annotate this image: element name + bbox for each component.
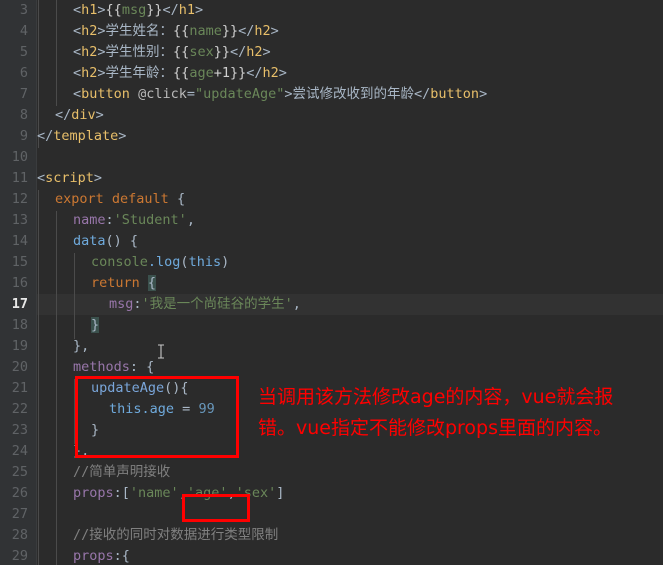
code-line-22: this.age = 99: [109, 401, 215, 417]
annotation-note-line-2: 错。vue指定不能修改props里面的内容。: [258, 417, 613, 439]
line-number-7: 7: [19, 86, 28, 102]
code-line-3: <h1>{{msg}}</h1>: [73, 2, 204, 18]
code-line-7: <button @click="updateAge">尝试修改收到的年龄</bu…: [73, 86, 488, 102]
code-line-5: <h2>学生性别：{{sex}}</h2>: [73, 44, 271, 60]
code-line-15: console.log(this): [91, 254, 230, 270]
code-line-28: //接收的同时对数据进行类型限制: [73, 527, 279, 543]
line-number-17: 17: [11, 296, 28, 312]
code-line-13: name:'Student',: [73, 212, 195, 228]
code-line-8: </div>: [55, 107, 104, 123]
line-number-25: 25: [11, 464, 28, 480]
code-line-26: props:['name','age','sex']: [73, 485, 285, 501]
code-line-25: //简单声明接收: [73, 464, 171, 480]
code-line-11: <script>: [37, 170, 103, 186]
line-number-20: 20: [11, 359, 28, 375]
line-number-3: 3: [19, 2, 28, 18]
code-line-19: },: [73, 338, 90, 354]
line-number-29: 29: [11, 548, 28, 564]
code-line-9: </template>: [37, 128, 127, 144]
line-number-16: 16: [11, 275, 28, 291]
code-line-20: methods: {: [73, 359, 155, 375]
line-number-21: 21: [11, 380, 28, 396]
code-line-16: return {: [91, 275, 157, 291]
line-number-12: 12: [11, 191, 28, 207]
line-number-26: 26: [11, 485, 28, 501]
code-line-12: export default {: [55, 191, 186, 207]
line-number-10: 10: [11, 149, 28, 165]
line-number-27: 27: [11, 506, 28, 522]
annotation-note-line-1: 当调用该方法修改age的内容，vue就会报: [258, 386, 614, 408]
code-content[interactable]: <h1>{{msg}}</h1> <h2>学生姓名：{{name}}</h2> …: [37, 0, 663, 565]
line-number-22: 22: [11, 401, 28, 417]
code-line-21: updateAge(){: [91, 380, 189, 396]
code-line-24: },: [73, 443, 90, 459]
code-line-18: }: [91, 317, 100, 333]
line-number-15: 15: [11, 254, 28, 270]
line-number-11: 11: [11, 170, 28, 186]
line-number-5: 5: [19, 44, 28, 60]
line-number-14: 14: [11, 233, 28, 249]
code-line-29: props:{: [73, 548, 130, 564]
line-number-19: 19: [11, 338, 28, 354]
code-line-6: <h2>学生年龄：{{age+1}}</h2>: [73, 65, 287, 81]
line-number-6: 6: [19, 65, 28, 81]
line-number-9: 9: [19, 128, 28, 144]
line-number-13: 13: [11, 212, 28, 228]
code-line-14: data() {: [73, 233, 139, 249]
line-number-18: 18: [11, 317, 28, 333]
line-number-8: 8: [19, 107, 28, 123]
line-number-28: 28: [11, 527, 28, 543]
code-line-4: <h2>学生姓名：{{name}}</h2>: [73, 23, 279, 39]
line-number-4: 4: [19, 23, 28, 39]
line-number-23: 23: [11, 422, 28, 438]
code-line-23: }: [91, 422, 100, 438]
line-number-24: 24: [11, 443, 28, 459]
code-line-17: msg:'我是一个尚硅谷的学生',: [109, 296, 301, 312]
code-editor-window[interactable]: 3 4 5 6 7 8 9 10 11 12 13 14 15 16 17 18 19 20 21 22 23 24 25 2…: [0, 0, 663, 565]
